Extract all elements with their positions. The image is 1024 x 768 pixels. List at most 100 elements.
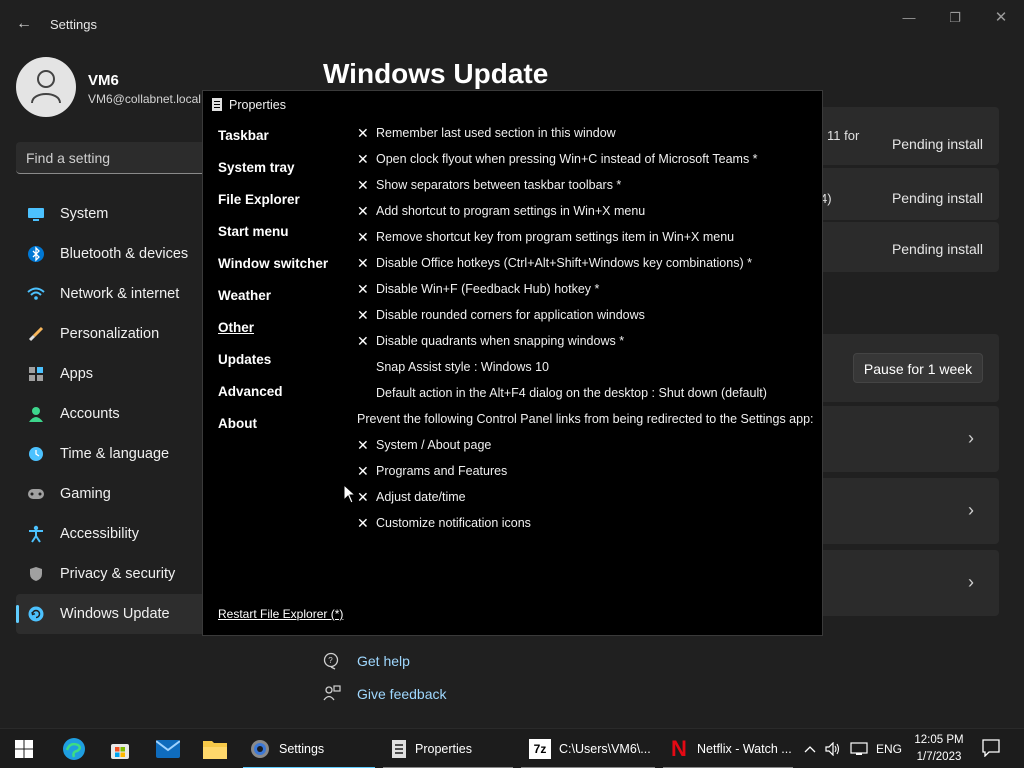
option-label: Programs and Features xyxy=(376,464,508,478)
feedback-icon xyxy=(323,685,341,701)
option-notification-icons[interactable]: ✕ Customize notification icons xyxy=(357,515,817,541)
update-card[interactable]: 4) Pending install xyxy=(800,168,999,220)
checked-x-icon: ✕ xyxy=(357,255,369,271)
give-feedback-link[interactable]: Give feedback xyxy=(357,686,447,702)
option-disable-quadrants[interactable]: ✕ Disable quadrants when snapping windows… xyxy=(357,333,817,359)
taskbar-app-settings[interactable]: Settings xyxy=(243,729,375,768)
option-disable-office-hotkeys[interactable]: ✕ Disable Office hotkeys (Ctrl+Alt+Shift+… xyxy=(357,255,817,281)
checked-x-icon: ✕ xyxy=(357,151,369,167)
mail-button[interactable] xyxy=(154,735,182,763)
mail-icon xyxy=(156,740,180,758)
option-winx-shortcut[interactable]: ✕ Add shortcut to program settings in Win… xyxy=(357,203,817,229)
section-updates[interactable]: Updates xyxy=(218,353,328,385)
option-programs-features[interactable]: ✕ Programs and Features xyxy=(357,463,817,489)
update-status: Pending install xyxy=(891,190,983,206)
back-button[interactable]: ← xyxy=(12,12,36,36)
tray-overflow-button[interactable] xyxy=(804,729,818,768)
option-label: Remember last used section in this windo… xyxy=(376,126,616,140)
clock[interactable]: 12:05 PM 1/7/2023 xyxy=(908,732,970,766)
section-other[interactable]: Other xyxy=(218,321,328,353)
store-icon xyxy=(111,744,129,759)
checked-x-icon: ✕ xyxy=(357,229,369,245)
taskbar-app-properties[interactable]: Properties xyxy=(383,729,513,768)
user-icon xyxy=(31,70,61,104)
option-label: Remove shortcut key from program setting… xyxy=(376,230,735,244)
redirect-heading: Prevent the following Control Panel link… xyxy=(357,412,814,426)
start-button[interactable] xyxy=(10,735,38,763)
file-explorer-button[interactable] xyxy=(201,735,229,763)
sidebar-item-label: Privacy & security xyxy=(60,566,176,582)
store-button[interactable] xyxy=(106,735,134,763)
sidebar-item-label: Bluetooth & devices xyxy=(60,246,189,262)
option-system-about-page[interactable]: ✕ System / About page xyxy=(357,437,817,463)
option-label: Disable quadrants when snapping windows … xyxy=(376,334,625,348)
help-icon: ? xyxy=(323,652,339,670)
option-label: Disable rounded corners for application … xyxy=(376,308,645,322)
section-advanced[interactable]: Advanced xyxy=(218,385,328,417)
taskbar: Settings Properties 7z C:\Users\VM6\... … xyxy=(0,728,1024,768)
network-status-icon xyxy=(850,742,868,755)
taskbar-app-7zip[interactable]: 7z C:\Users\VM6\... xyxy=(521,729,655,768)
user-name: VM6 xyxy=(88,72,119,89)
edge-button[interactable] xyxy=(60,735,88,763)
section-system-tray[interactable]: System tray xyxy=(218,161,328,193)
section-weather[interactable]: Weather xyxy=(218,289,328,321)
properties-icon xyxy=(212,98,222,111)
chevron-right-icon: › xyxy=(968,428,974,448)
edge-icon xyxy=(63,738,85,760)
section-window-switcher[interactable]: Window switcher xyxy=(218,257,328,289)
section-about[interactable]: About xyxy=(218,417,328,449)
chevron-right-icon: › xyxy=(968,572,974,592)
option-snap-assist-style[interactable]: Snap Assist style : Windows 10 xyxy=(357,359,817,385)
option-label: System / About page xyxy=(376,438,492,452)
option-remember-section[interactable]: ✕ Remember last used section in this wind… xyxy=(357,125,817,151)
pause-updates-button[interactable]: Pause for 1 week xyxy=(853,353,983,383)
minimize-button[interactable]: — xyxy=(897,8,921,28)
update-card[interactable]: 11 for Pending install xyxy=(800,107,999,165)
notification-icon[interactable] xyxy=(982,739,1000,757)
title-bar: ← Settings — ❐ ✕ xyxy=(0,0,1024,48)
brush-icon xyxy=(26,324,46,344)
option-disable-rounded-corners[interactable]: ✕ Disable rounded corners for application… xyxy=(357,307,817,333)
get-help-link[interactable]: Get help xyxy=(357,653,410,669)
close-button[interactable]: ✕ xyxy=(989,8,1013,28)
network-icon xyxy=(26,284,46,304)
page-title: Windows Update xyxy=(323,58,549,89)
apps-icon xyxy=(26,364,46,384)
restart-file-explorer-link[interactable]: Restart File Explorer (*) xyxy=(218,607,343,621)
network-status-button[interactable] xyxy=(850,729,868,768)
section-start-menu[interactable]: Start menu xyxy=(218,225,328,257)
option-remove-shortcut-key[interactable]: ✕ Remove shortcut key from program settin… xyxy=(357,229,817,255)
maximize-button[interactable]: ❐ xyxy=(943,8,967,28)
option-adjust-date-time[interactable]: ✕ Adjust date/time xyxy=(357,489,817,515)
checked-x-icon: ✕ xyxy=(357,515,369,531)
volume-button[interactable] xyxy=(825,729,841,768)
clock-time: 12:05 PM xyxy=(914,734,964,746)
option-label: Adjust date/time xyxy=(376,490,466,504)
update-card[interactable]: Pending install xyxy=(800,222,999,272)
search-input[interactable] xyxy=(26,148,206,168)
chevron-up-icon xyxy=(804,746,816,753)
windows-start-icon xyxy=(15,740,33,758)
clock-icon xyxy=(26,444,46,464)
section-taskbar[interactable]: Taskbar xyxy=(218,129,328,161)
option-label: Snap Assist style : Windows 10 xyxy=(376,360,549,374)
avatar[interactable] xyxy=(16,57,76,117)
properties-icon xyxy=(392,740,406,758)
sidebar-item-label: Accessibility xyxy=(60,526,139,542)
update-status: Pending install xyxy=(891,241,983,257)
sidebar-item-label: Time & language xyxy=(60,446,170,462)
accessibility-icon xyxy=(26,524,46,544)
user-email: VM6@collabnet.local xyxy=(88,92,201,106)
language-indicator[interactable]: ENG xyxy=(876,729,902,768)
7zip-icon: 7z xyxy=(529,739,551,759)
app-title: Settings xyxy=(50,17,97,32)
option-disable-win-f[interactable]: ✕ Disable Win+F (Feedback Hub) hotkey * xyxy=(357,281,817,307)
option-toolbar-separators[interactable]: ✕ Show separators between taskbar toolbar… xyxy=(357,177,817,203)
bluetooth-icon xyxy=(26,244,46,264)
option-alt-f4-default[interactable]: Default action in the Alt+F4 dialog on t… xyxy=(357,385,817,411)
taskbar-app-netflix[interactable]: N Netflix - Watch ... xyxy=(663,729,793,768)
option-clock-flyout[interactable]: ✕ Open clock flyout when pressing Win+C i… xyxy=(357,151,817,177)
clock-date: 1/7/2023 xyxy=(916,751,962,763)
section-file-explorer[interactable]: File Explorer xyxy=(218,193,328,225)
